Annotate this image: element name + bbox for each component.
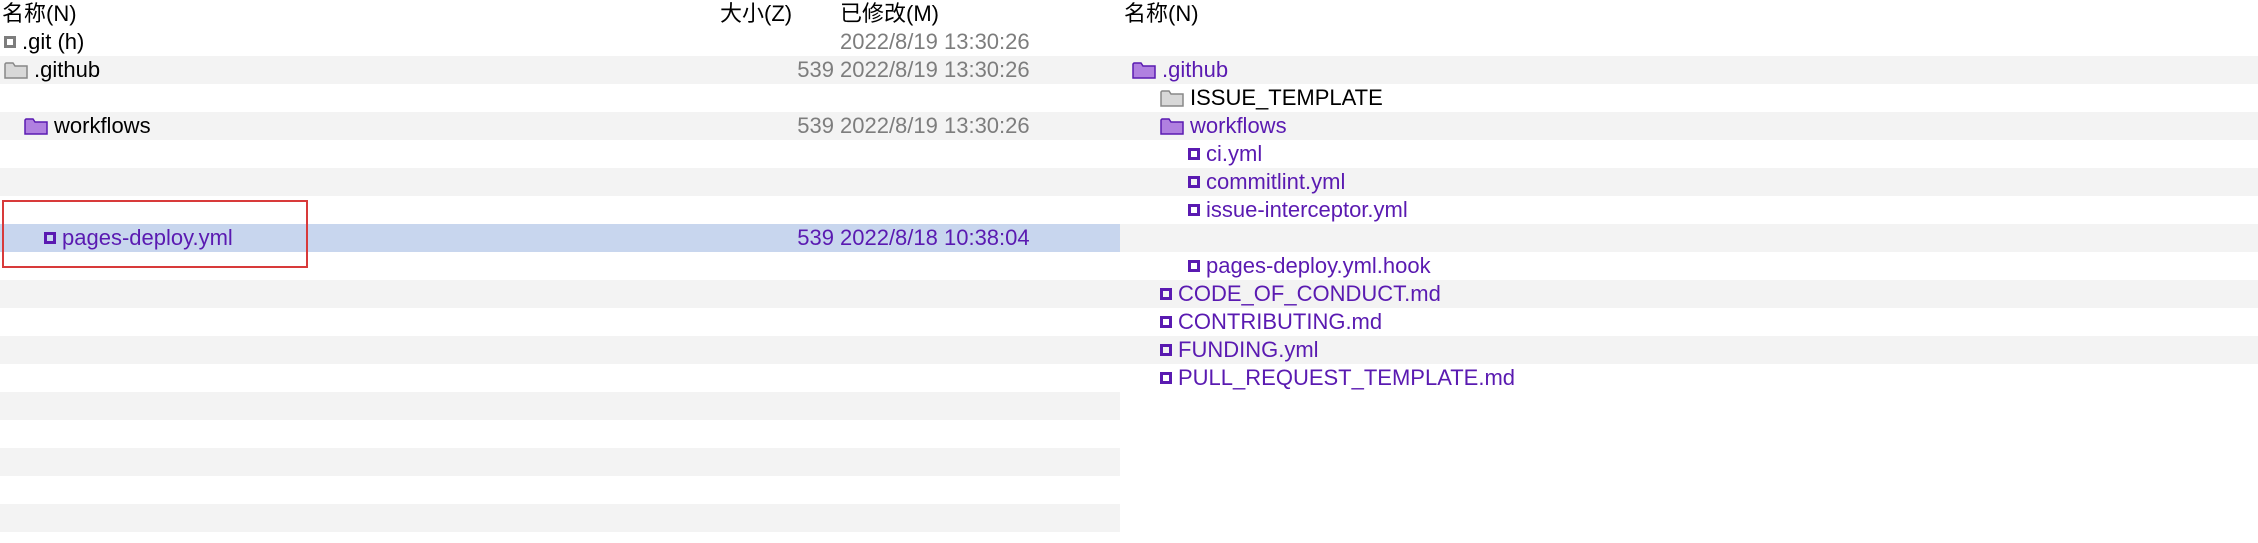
tree-item[interactable]: commitlint.yml <box>1120 168 2258 196</box>
tree-item-label: commitlint.yml <box>1206 168 1345 196</box>
tree-spacer <box>1120 28 2258 56</box>
list-spacer <box>0 140 1120 168</box>
tree-item[interactable]: pages-deploy.yml.hook <box>1120 252 2258 280</box>
list-spacer <box>0 392 1120 420</box>
tree-item[interactable]: FUNDING.yml <box>1120 336 2258 364</box>
cell-modified: 2022/8/19 13:30:26 <box>840 56 1090 84</box>
file-icon <box>1188 204 1200 216</box>
tree-item[interactable]: PULL_REQUEST_TEMPLATE.md <box>1120 364 2258 392</box>
tree-item-label: ci.yml <box>1206 140 1262 168</box>
cell-modified: 2022/8/18 10:38:04 <box>840 224 1090 252</box>
folder-icon <box>1160 116 1184 136</box>
file-icon <box>1188 260 1200 272</box>
tree-item-label: ISSUE_TEMPLATE <box>1190 84 1383 112</box>
folder-icon <box>4 60 28 80</box>
right-panel: 名称(N) .githubISSUE_TEMPLATEworkflowsci.y… <box>1120 0 2258 543</box>
tree-item-label: workflows <box>1190 112 1287 140</box>
item-label: .git (h) <box>22 28 84 56</box>
list-item[interactable]: .git (h) 2022/8/19 13:30:26 <box>0 28 1120 56</box>
file-icon <box>1160 372 1172 384</box>
file-icon <box>1160 316 1172 328</box>
header-modified[interactable]: 已修改(M) <box>840 0 1090 28</box>
header-size[interactable]: 大小(Z) <box>720 0 840 28</box>
right-rows: .githubISSUE_TEMPLATEworkflowsci.ymlcomm… <box>1120 28 2258 392</box>
cell-size: 539 <box>720 224 840 252</box>
header-name[interactable]: 名称(N) <box>0 0 720 28</box>
left-rows: .git (h)2022/8/19 13:30:26.github5392022… <box>0 28 1120 532</box>
right-header-row: 名称(N) <box>1120 0 2258 28</box>
tree-item-label: PULL_REQUEST_TEMPLATE.md <box>1178 364 1515 392</box>
list-spacer <box>0 280 1120 308</box>
list-spacer <box>0 308 1120 336</box>
tree-item-label: CODE_OF_CONDUCT.md <box>1178 280 1441 308</box>
cell-name: .github <box>0 56 720 84</box>
folder-icon <box>24 116 48 136</box>
list-spacer <box>0 84 1120 112</box>
tree-item-label: FUNDING.yml <box>1178 336 1319 364</box>
tree-spacer <box>1120 224 2258 252</box>
list-item[interactable]: workflows 5392022/8/19 13:30:26 <box>0 112 1120 140</box>
file-icon <box>1160 288 1172 300</box>
folder-icon <box>1160 88 1184 108</box>
tree-item-label: pages-deploy.yml.hook <box>1206 252 1431 280</box>
tree-item[interactable]: ci.yml <box>1120 140 2258 168</box>
file-icon <box>1188 148 1200 160</box>
header-name-right[interactable]: 名称(N) <box>1120 0 1199 28</box>
tree-item[interactable]: ISSUE_TEMPLATE <box>1120 84 2258 112</box>
left-panel: 名称(N) 大小(Z) 已修改(M) .git (h) 2022/8/19 13:… <box>0 0 1120 543</box>
tree-item[interactable]: workflows <box>1120 112 2258 140</box>
cell-size: 539 <box>720 56 840 84</box>
list-spacer <box>0 504 1120 532</box>
list-spacer <box>0 476 1120 504</box>
file-icon <box>4 36 16 48</box>
list-spacer <box>0 168 1120 196</box>
tree-item-label: .github <box>1162 56 1228 84</box>
item-label: .github <box>34 56 100 84</box>
list-spacer <box>0 448 1120 476</box>
list-spacer <box>0 420 1120 448</box>
tree-item[interactable]: .github <box>1120 56 2258 84</box>
cell-name: workflows <box>0 112 720 140</box>
list-spacer <box>0 336 1120 364</box>
file-icon <box>1160 344 1172 356</box>
tree-item[interactable]: issue-interceptor.yml <box>1120 196 2258 224</box>
cell-modified: 2022/8/19 13:30:26 <box>840 112 1090 140</box>
cell-modified: 2022/8/19 13:30:26 <box>840 28 1090 56</box>
file-icon <box>1188 176 1200 188</box>
cell-size: 539 <box>720 112 840 140</box>
list-spacer <box>0 364 1120 392</box>
folder-icon <box>1132 60 1156 80</box>
tree-item[interactable]: CODE_OF_CONDUCT.md <box>1120 280 2258 308</box>
tree-item[interactable]: CONTRIBUTING.md <box>1120 308 2258 336</box>
left-header-row: 名称(N) 大小(Z) 已修改(M) <box>0 0 1120 28</box>
tree-item-label: CONTRIBUTING.md <box>1178 308 1382 336</box>
cell-name: .git (h) <box>0 28 720 56</box>
item-label: workflows <box>54 112 151 140</box>
list-item[interactable]: .github 5392022/8/19 13:30:26 <box>0 56 1120 84</box>
tree-item-label: issue-interceptor.yml <box>1206 196 1408 224</box>
highlight-rectangle <box>2 200 308 268</box>
